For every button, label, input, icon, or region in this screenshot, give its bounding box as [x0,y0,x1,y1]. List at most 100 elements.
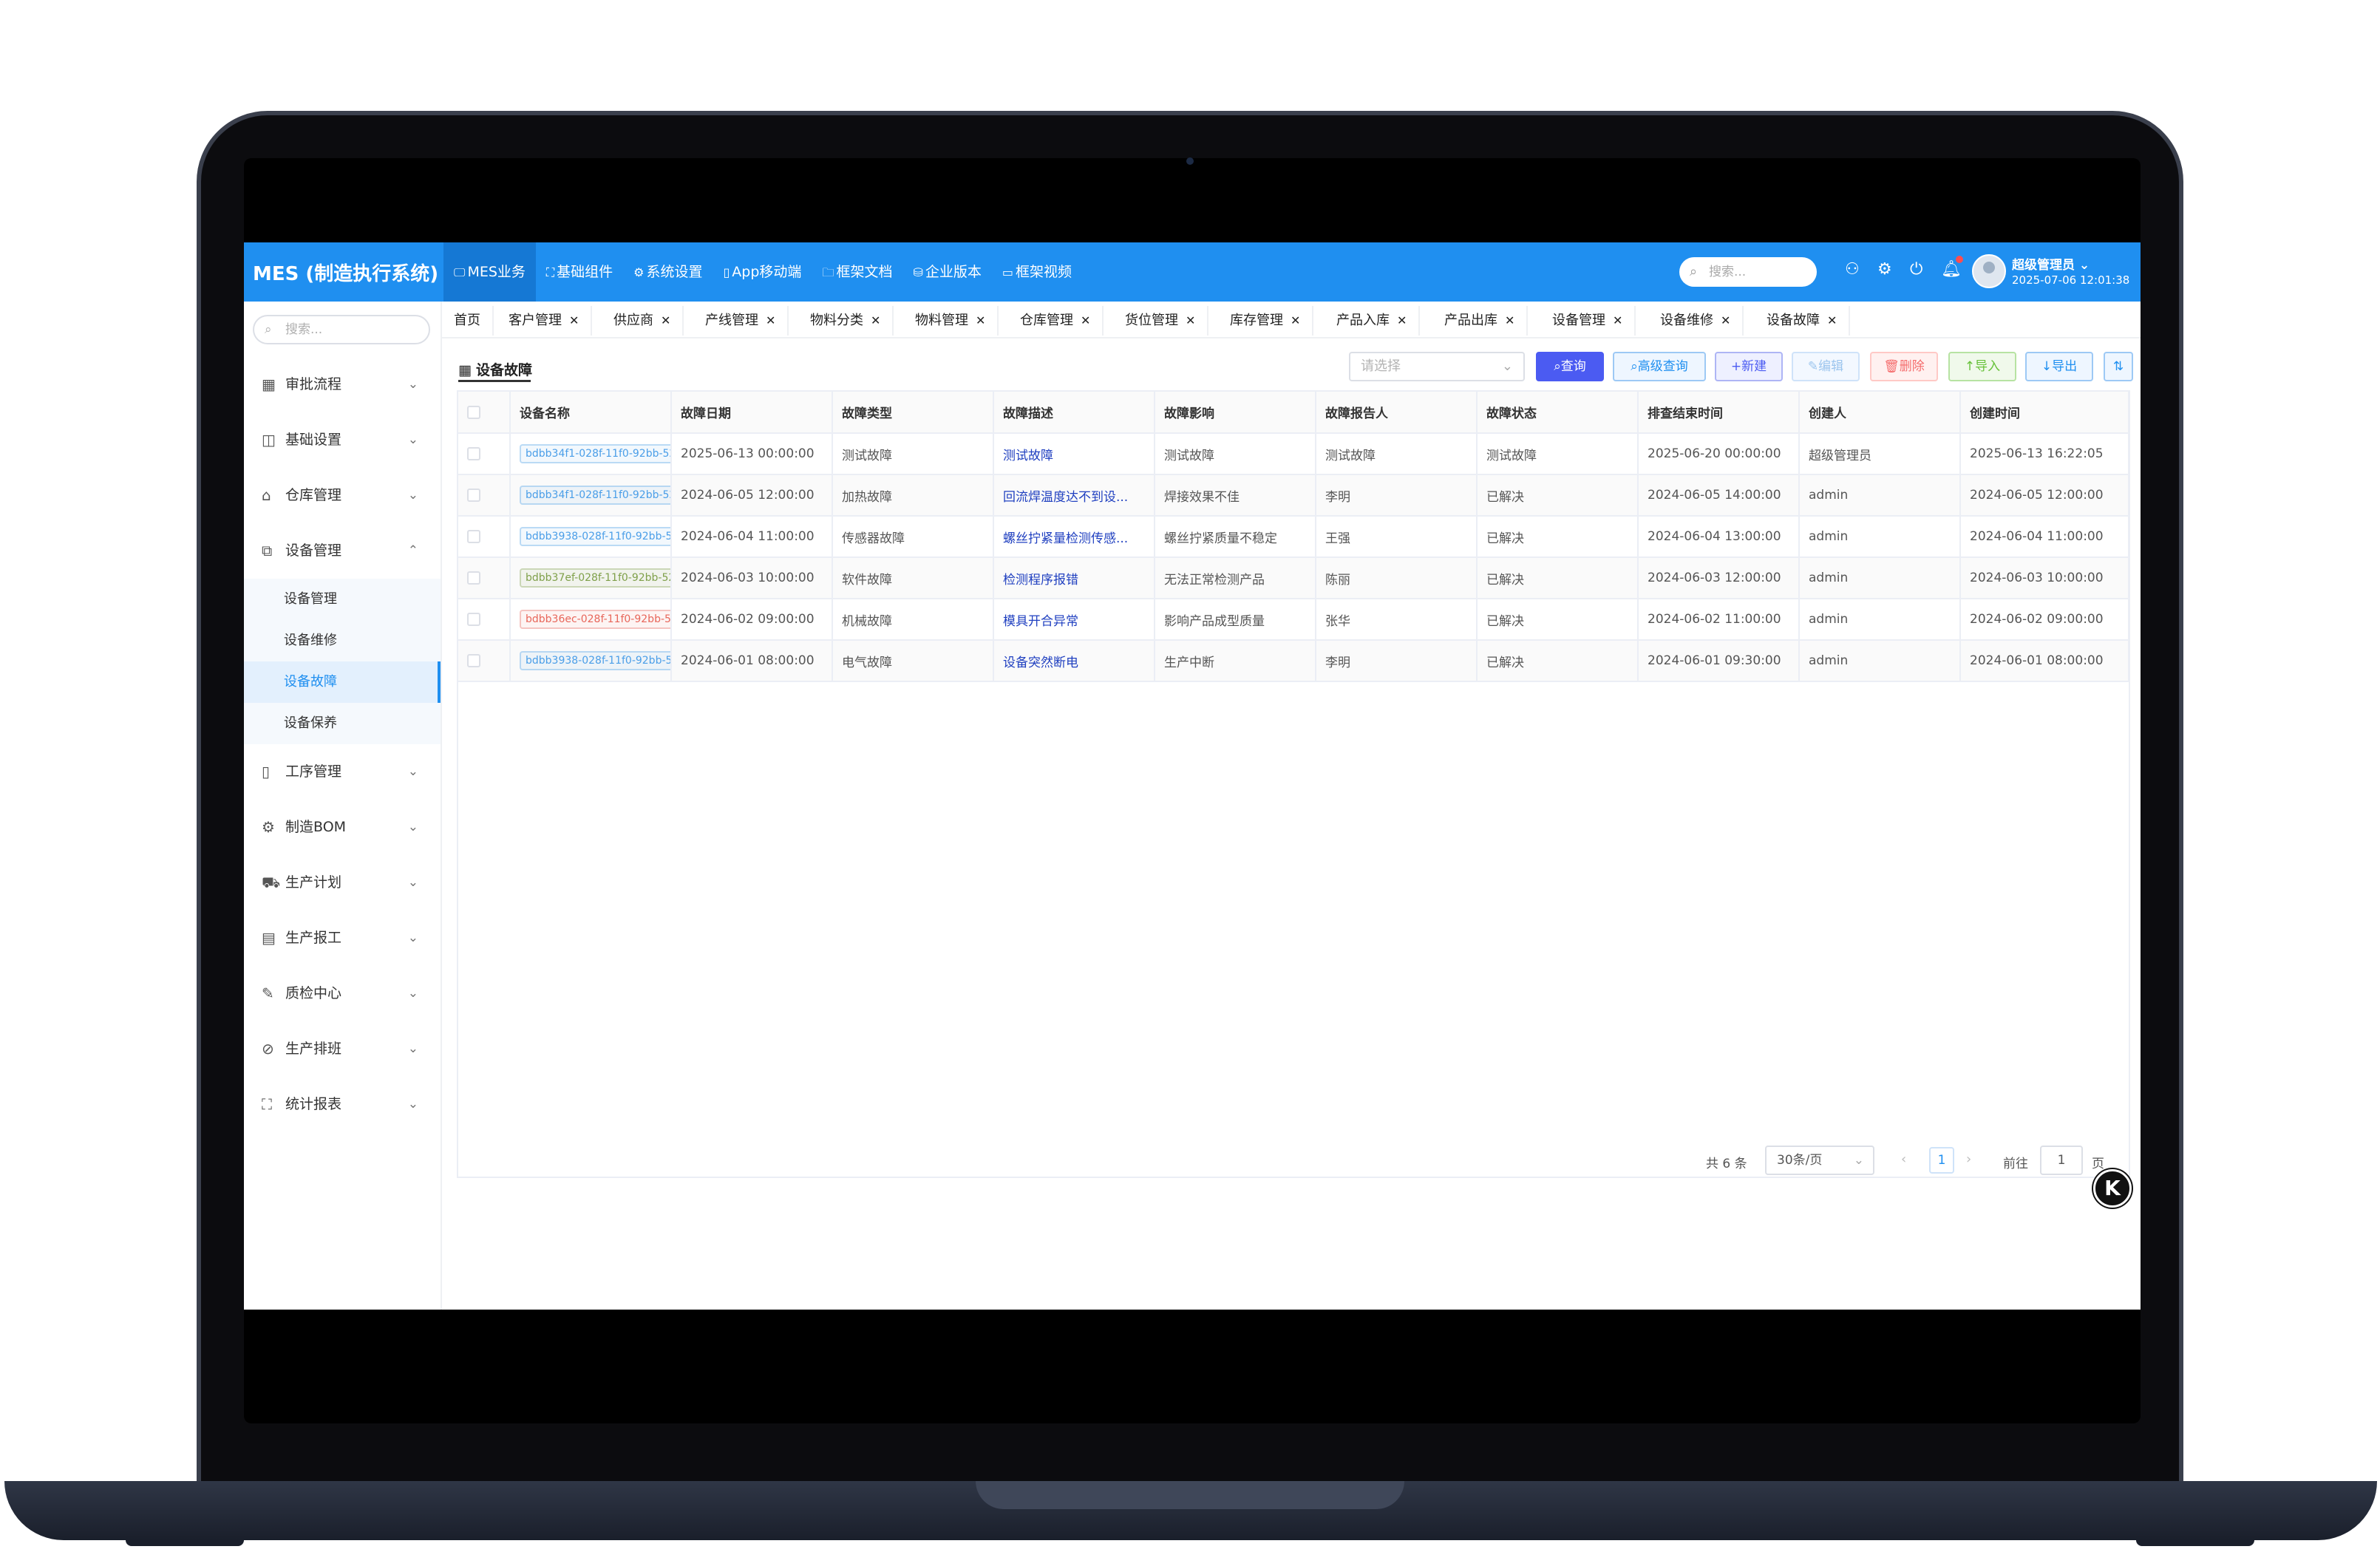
avatar[interactable] [1972,254,2006,288]
query-button[interactable]: ⌕查询 [1536,352,1604,381]
page-size-select[interactable]: 30条/页 ⌄ [1765,1146,1874,1175]
select-all-cell[interactable] [458,392,511,434]
close-icon[interactable]: ✕ [1397,313,1407,327]
sidebar-item-shift[interactable]: ⊘ 生产排班 ⌄ [244,1021,441,1077]
delete-button[interactable]: 🗑删除 [1870,352,1938,381]
edit-button[interactable]: ✎编辑 [1792,352,1860,381]
close-icon[interactable]: ✕ [1827,313,1837,327]
nav-base-components[interactable]: ⛶ 基础组件 [536,242,623,302]
column-header[interactable]: 故障描述 [993,392,1155,434]
row-select-cell[interactable] [458,516,511,558]
sidebar-item-report[interactable]: ▤ 生产报工 ⌄ [244,911,441,966]
select-all-checkbox[interactable] [467,405,480,419]
tab-customer[interactable]: 客户管理 ✕ [497,306,593,336]
tab-material[interactable]: 物料管理 ✕ [903,306,999,336]
advanced-query-button[interactable]: ⌕高级查询 [1613,352,1706,381]
tab-home[interactable]: 首页 [442,306,494,336]
sidebar-search-input[interactable]: ⌕ 搜索... [253,315,430,344]
goto-page-input[interactable]: 1 [2040,1146,2083,1175]
tab-warehouse[interactable]: 仓库管理 ✕ [1008,306,1104,336]
sort-button[interactable]: ⇅ [2104,352,2133,381]
column-header[interactable]: 故障日期 [671,392,833,434]
new-button[interactable]: +新建 [1715,352,1783,381]
tab-supplier[interactable]: 供应商 ✕ [602,306,684,336]
export-button[interactable]: ↓导出 [2025,352,2093,381]
column-header[interactable]: 故障报告人 [1316,392,1478,434]
sidebar-subitem-device-fault[interactable]: 设备故障 [244,661,441,703]
tab-inventory[interactable]: 库存管理 ✕ [1218,306,1314,336]
nav-system-settings[interactable]: ⚙ 系统设置 [623,242,713,302]
nav-enterprise[interactable]: ⛁ 企业版本 [902,242,991,302]
nav-framework-video[interactable]: ▭ 框架视频 [992,242,1082,302]
close-icon[interactable]: ✕ [871,313,880,327]
sidebar-item-plan[interactable]: ⛟ 生产计划 ⌄ [244,855,441,911]
sidebar-subitem-device-mgmt[interactable]: 设备管理 [244,579,441,620]
column-header[interactable]: 创建时间 [1960,392,2129,434]
sidebar-item-qc[interactable]: ✎ 质检中心 ⌄ [244,966,441,1021]
tab-device-fault[interactable]: 设备故障 ✕ [1755,306,1851,336]
tab-line[interactable]: 产线管理 ✕ [693,306,789,336]
user-name[interactable]: 超级管理员 ⌄ [2012,254,2090,273]
filter-select[interactable]: 请选择 ⌄ [1349,352,1525,381]
close-icon[interactable]: ✕ [1721,313,1730,327]
fault-desc-link[interactable]: 测试故障 [993,433,1155,475]
close-icon[interactable]: ✕ [1505,313,1514,327]
close-icon[interactable]: ✕ [569,313,579,327]
sidebar-item-warehouse[interactable]: ⌂ 仓库管理 ⌄ [244,468,441,523]
row-select-cell[interactable] [458,640,511,682]
close-icon[interactable]: ✕ [661,313,670,327]
close-icon[interactable]: ✕ [766,313,775,327]
sidebar-subitem-device-repair[interactable]: 设备维修 [244,620,441,661]
row-checkbox[interactable] [467,654,480,667]
table-row[interactable]: bdbb36ec-028f-11f0-92bb-52 2024-06-02 09:… [458,599,2129,641]
tab-product-out[interactable]: 产品出库 ✕ [1432,306,1529,336]
close-icon[interactable]: ✕ [1291,313,1300,327]
fault-desc-link[interactable]: 模具开合异常 [993,599,1155,641]
table-row[interactable]: bdbb3938-028f-11f0-92bb-5 2024-06-01 08:0… [458,640,2129,682]
column-header[interactable]: 故障类型 [832,392,994,434]
settings-icon[interactable]: ⚙ [1877,260,1892,279]
row-checkbox[interactable] [467,489,480,502]
sidebar-item-device-mgmt[interactable]: ⧉ 设备管理 ⌃ [244,523,441,579]
tab-device-repair[interactable]: 设备维修 ✕ [1648,306,1744,336]
next-page-icon[interactable]: › [1966,1151,1971,1167]
sidebar-item-approval[interactable]: ▦ 审批流程 ⌄ [244,357,441,412]
nav-mobile-app[interactable]: ▯ App移动端 [713,242,812,302]
page-number-current[interactable]: 1 [1929,1147,1954,1174]
prev-page-icon[interactable]: ‹ [1901,1151,1906,1167]
row-select-cell[interactable] [458,433,511,475]
row-select-cell[interactable] [458,474,511,517]
column-header[interactable]: 创建人 [1799,392,1961,434]
column-header[interactable]: 排查结束时间 [1638,392,1800,434]
tab-location[interactable]: 货位管理 ✕ [1113,306,1209,336]
close-icon[interactable]: ✕ [1186,313,1195,327]
row-select-cell[interactable] [458,599,511,641]
row-checkbox[interactable] [467,447,480,460]
sidebar-item-base-settings[interactable]: ◫ 基础设置 ⌄ [244,412,441,468]
sidebar-item-bom[interactable]: ⚙ 制造BOM ⌄ [244,800,441,855]
row-checkbox[interactable] [467,613,480,626]
tab-material-category[interactable]: 物料分类 ✕ [798,306,894,336]
close-icon[interactable]: ✕ [976,313,985,327]
table-row[interactable]: bdbb34f1-028f-11f0-92bb-52 2025-06-13 00:… [458,433,2129,475]
floating-k-button[interactable]: K [2093,1169,2132,1208]
top-search-input[interactable]: ⌕ 搜索... [1679,257,1817,287]
row-select-cell[interactable] [458,557,511,599]
table-row[interactable]: bdbb3938-028f-11f0-92bb-5 2024-06-04 11:0… [458,516,2129,558]
import-button[interactable]: ↑导入 [1948,352,2016,381]
user-icon[interactable]: ⚇ [1845,260,1860,279]
table-row[interactable]: bdbb37ef-028f-11f0-92bb-52 2024-06-03 10:… [458,557,2129,599]
tab-product-in[interactable]: 产品入库 ✕ [1325,306,1421,336]
sidebar-subitem-device-maintenance[interactable]: 设备保养 [244,703,441,744]
row-checkbox[interactable] [467,530,480,543]
sidebar-item-process[interactable]: ▯ 工序管理 ⌄ [244,744,441,800]
sidebar-item-stats[interactable]: ⛶ 统计报表 ⌄ [244,1077,441,1132]
table-row[interactable]: bdbb34f1-028f-11f0-92bb-52 2024-06-05 12:… [458,474,2129,517]
column-header[interactable]: 设备名称 [510,392,672,434]
fault-desc-link[interactable]: 螺丝拧紧量检测传感... [993,516,1155,558]
close-icon[interactable]: ✕ [1081,313,1090,327]
column-header[interactable]: 故障状态 [1477,392,1639,434]
tab-device-mgmt[interactable]: 设备管理 ✕ [1540,306,1636,336]
close-icon[interactable]: ✕ [1613,313,1622,327]
power-icon[interactable]: ⏻ [1910,260,1922,279]
